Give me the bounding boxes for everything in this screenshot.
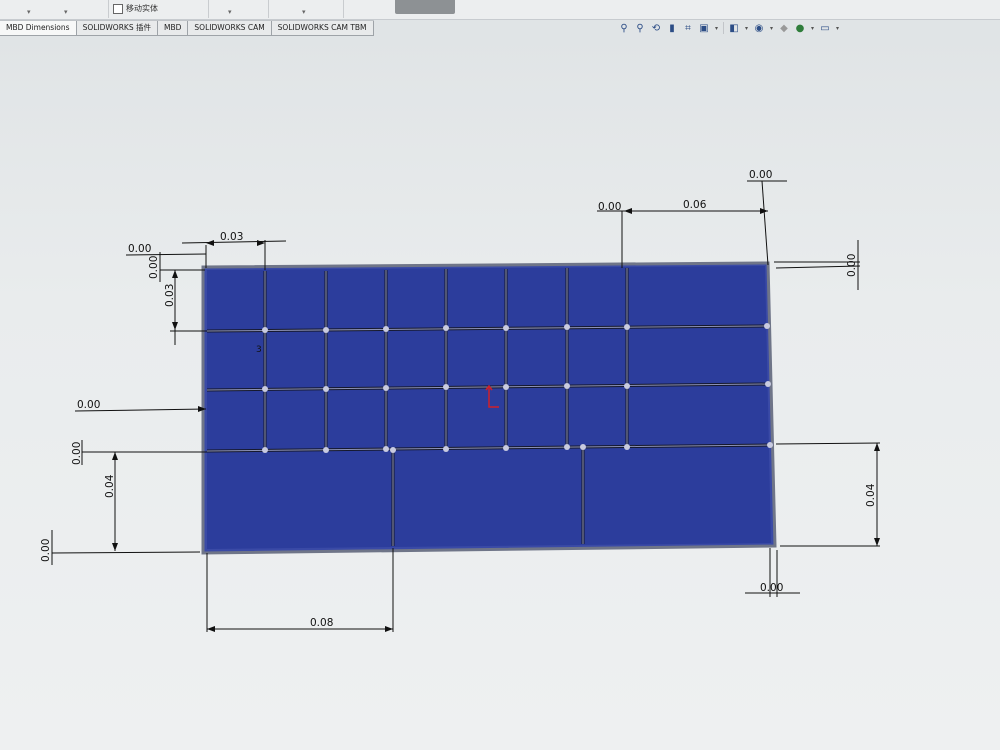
cell-marker-label: 3 — [256, 345, 262, 355]
dimension-right-top-width[interactable]: 0.06 — [683, 199, 707, 211]
dimension-right-side-small[interactable]: 0.00 — [846, 254, 858, 277]
dimension-right-top-small[interactable]: 0.00 — [598, 201, 621, 213]
dimension-bottom-left-gap[interactable]: 0.00 — [40, 539, 52, 562]
dimension-left-height[interactable]: 0.03 — [164, 284, 176, 307]
sketch-graphics-area[interactable]: 0.00 0.03 0.00 0.03 0.00 0.00 0.04 0.00 … — [0, 0, 1000, 750]
dimension-row3-gap[interactable]: 0.00 — [77, 399, 100, 411]
dimension-top-width[interactable]: 0.03 — [220, 231, 243, 243]
dimension-lower-left-gap[interactable]: 0.00 — [71, 442, 83, 465]
dimension-left-gap[interactable]: 0.00 — [148, 256, 160, 279]
dimension-right-top-gap[interactable]: 0.00 — [749, 169, 772, 181]
dimension-right-height[interactable]: 0.04 — [865, 483, 877, 507]
dimension-top-gap[interactable]: 0.00 — [128, 243, 151, 255]
dimension-bottom-right-small[interactable]: 0.00 — [760, 582, 783, 594]
dimension-bottom-width[interactable]: 0.08 — [310, 617, 333, 629]
dimension-lower-left-height[interactable]: 0.04 — [104, 474, 116, 498]
